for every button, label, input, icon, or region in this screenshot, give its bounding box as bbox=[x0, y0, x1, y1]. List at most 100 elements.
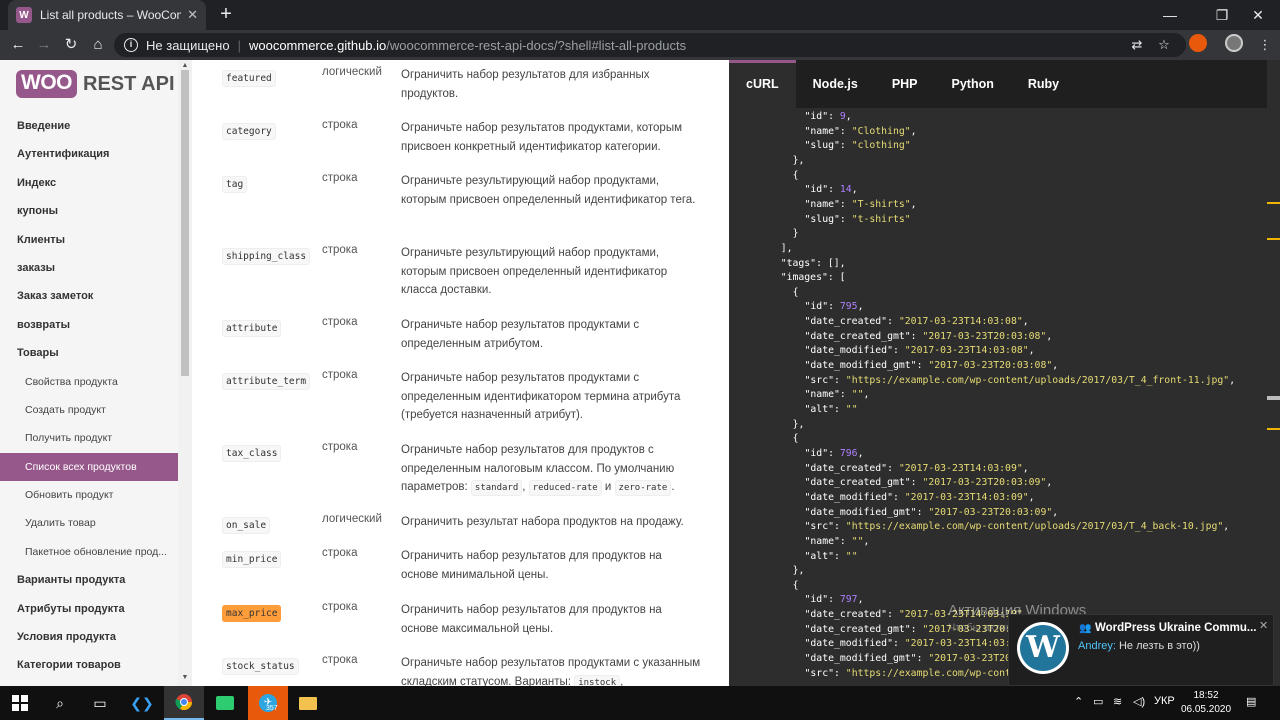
code-token: "images" bbox=[780, 272, 828, 284]
sidebar-item[interactable]: Введение bbox=[0, 112, 178, 140]
sidebar-item[interactable]: Условия продукта bbox=[0, 623, 178, 651]
menu-dots-icon[interactable]: ⋮ bbox=[1256, 36, 1274, 54]
search-icon[interactable]: ⌕ bbox=[40, 686, 80, 720]
sidebar-item[interactable]: Товары bbox=[0, 339, 178, 367]
sidebar-item[interactable]: Категории товаров bbox=[0, 651, 178, 679]
code-token: "name" bbox=[804, 125, 840, 137]
code-token: , bbox=[1223, 521, 1230, 533]
sidebar-item[interactable]: Создать продукт bbox=[0, 396, 178, 424]
new-tab-icon[interactable]: + bbox=[216, 4, 236, 24]
code-token: "Clothing" bbox=[851, 125, 911, 137]
profile-avatar[interactable] bbox=[1225, 34, 1243, 52]
code-token: "2017-03-23T20:03:08" bbox=[922, 330, 1047, 342]
address-bar[interactable]: i Не защищено | woocommerce.github.io /w… bbox=[114, 33, 1186, 57]
scroll-marker bbox=[1267, 238, 1280, 240]
url-path: /woocommerce-rest-api-docs/?shell#list-a… bbox=[386, 37, 687, 53]
vscode-icon[interactable]: ❮❯ bbox=[122, 686, 162, 720]
notification-center-icon[interactable]: ▤ bbox=[1246, 695, 1256, 708]
code-token: , bbox=[851, 184, 858, 196]
param-type: строка bbox=[322, 601, 358, 613]
woo-rest-api-logo[interactable]: WOO REST API bbox=[16, 70, 175, 98]
param-name: shipping_class bbox=[222, 246, 311, 265]
browser-tab[interactable]: W List all products – WooCommerce ✕ bbox=[8, 0, 206, 30]
extension-icon[interactable] bbox=[1189, 34, 1207, 52]
sidebar-item[interactable]: Получить продукт bbox=[0, 424, 178, 452]
code-token: : bbox=[910, 330, 923, 342]
scrollbar-thumb[interactable] bbox=[1267, 396, 1280, 400]
sidebar-item[interactable]: Свойства продукта bbox=[0, 368, 178, 396]
language-indicator[interactable]: УКР bbox=[1154, 695, 1175, 707]
notification-toast[interactable]: W 👥 WordPress Ukraine Commu... Andrey: Не… bbox=[1008, 614, 1274, 686]
code-line: "id": 795, bbox=[805, 300, 864, 315]
sidebar-item[interactable]: Клиенты bbox=[0, 226, 178, 254]
forward-icon[interactable]: → bbox=[34, 35, 54, 55]
language-tab[interactable]: Node.js bbox=[796, 60, 875, 108]
bookmark-star-icon[interactable]: ☆ bbox=[1155, 36, 1173, 54]
code-token: : bbox=[839, 389, 852, 401]
code-token: }, bbox=[792, 565, 805, 577]
volume-icon[interactable]: ◁) bbox=[1133, 695, 1145, 708]
sidebar-item[interactable]: купоны bbox=[0, 197, 178, 225]
language-tab[interactable]: PHP bbox=[875, 60, 935, 108]
code-token: "" bbox=[845, 550, 858, 562]
sidebar-item[interactable]: Заказ заметок bbox=[0, 282, 178, 310]
sidebar-item[interactable]: Атрибуты продукта bbox=[0, 595, 178, 623]
language-tab[interactable]: Ruby bbox=[1011, 60, 1076, 108]
sidebar-item[interactable]: Аутентификация bbox=[0, 140, 178, 168]
code-token: "https://example.com/wp-content/ bbox=[845, 667, 1035, 679]
param-type: логический bbox=[322, 513, 382, 525]
chrome-icon[interactable] bbox=[164, 686, 204, 720]
battery-icon[interactable]: ▭ bbox=[1093, 695, 1103, 708]
tray-chevron-icon[interactable]: ⌃ bbox=[1074, 695, 1083, 708]
sidebar-item[interactable]: заказы bbox=[0, 254, 178, 282]
param-type: строка bbox=[322, 244, 358, 256]
tab-close-icon[interactable]: ✕ bbox=[187, 7, 198, 23]
translate-icon[interactable]: ⇄ bbox=[1128, 36, 1146, 54]
site-info-icon[interactable]: i bbox=[124, 38, 138, 52]
code-token: : bbox=[892, 638, 905, 650]
sidebar-item[interactable]: Пакетное обновление прод... bbox=[0, 538, 178, 566]
windows-start-icon[interactable] bbox=[0, 686, 40, 720]
param-name: attribute_term bbox=[222, 371, 311, 390]
scrollbar-thumb[interactable] bbox=[181, 70, 189, 376]
telegram-icon[interactable]: ✈ 357 bbox=[248, 686, 288, 720]
code-token: 795 bbox=[839, 301, 858, 313]
wifi-icon[interactable]: ≋ bbox=[1113, 695, 1122, 708]
address-separator: | bbox=[237, 37, 241, 53]
page-scrollbar[interactable] bbox=[1267, 60, 1280, 686]
clock[interactable]: 18:52 06.05.2020 bbox=[1180, 689, 1232, 717]
code-token: "2017-03-23T14:03:08" bbox=[898, 316, 1023, 328]
window-close-icon[interactable]: ✕ bbox=[1236, 0, 1280, 30]
sidebar-item[interactable]: Список всех продуктов bbox=[0, 452, 178, 482]
sidebar-item[interactable]: Удалить товар bbox=[0, 509, 178, 537]
code-token: , bbox=[857, 594, 864, 606]
reload-icon[interactable]: ↻ bbox=[61, 35, 81, 55]
sidebar-item[interactable]: Обновить продукт bbox=[0, 481, 178, 509]
code-token: , bbox=[857, 301, 864, 313]
code-token: "" bbox=[851, 389, 864, 401]
param-name-code: tax_class bbox=[222, 445, 282, 462]
file-explorer-icon[interactable] bbox=[288, 686, 328, 720]
code-line: "date_created_gmt": "2017-03-23T20:03:08… bbox=[805, 330, 1053, 345]
code-token: "id" bbox=[804, 447, 829, 459]
param-type: логический bbox=[322, 66, 382, 78]
language-tab[interactable]: cURL bbox=[729, 60, 796, 108]
sidebar-item[interactable]: возвраты bbox=[0, 311, 178, 339]
sidebar-item[interactable]: Индекс bbox=[0, 169, 178, 197]
terminal-app-icon[interactable] bbox=[205, 686, 245, 720]
notification-close-icon[interactable]: ✕ bbox=[1259, 619, 1268, 632]
task-view-icon[interactable]: ▭ bbox=[80, 686, 120, 720]
code-token: , bbox=[1052, 506, 1059, 518]
minimize-icon[interactable]: — bbox=[1148, 0, 1192, 30]
sidebar-item[interactable]: Варианты продукта bbox=[0, 566, 178, 594]
code-token: "2017-03-23T14:03:09" bbox=[904, 491, 1029, 503]
code-token: "date_created" bbox=[804, 316, 888, 328]
sidebar-scrollbar[interactable]: ▲ ▼ bbox=[178, 60, 192, 686]
language-tab[interactable]: Python bbox=[935, 60, 1011, 108]
home-icon[interactable]: ⌂ bbox=[88, 35, 108, 55]
param-joiner: и bbox=[604, 481, 612, 493]
scroll-up-icon[interactable]: ▲ bbox=[180, 62, 190, 69]
code-token: "date_created" bbox=[804, 609, 888, 621]
back-icon[interactable]: ← bbox=[8, 35, 28, 55]
scroll-down-icon[interactable]: ▼ bbox=[180, 674, 190, 681]
